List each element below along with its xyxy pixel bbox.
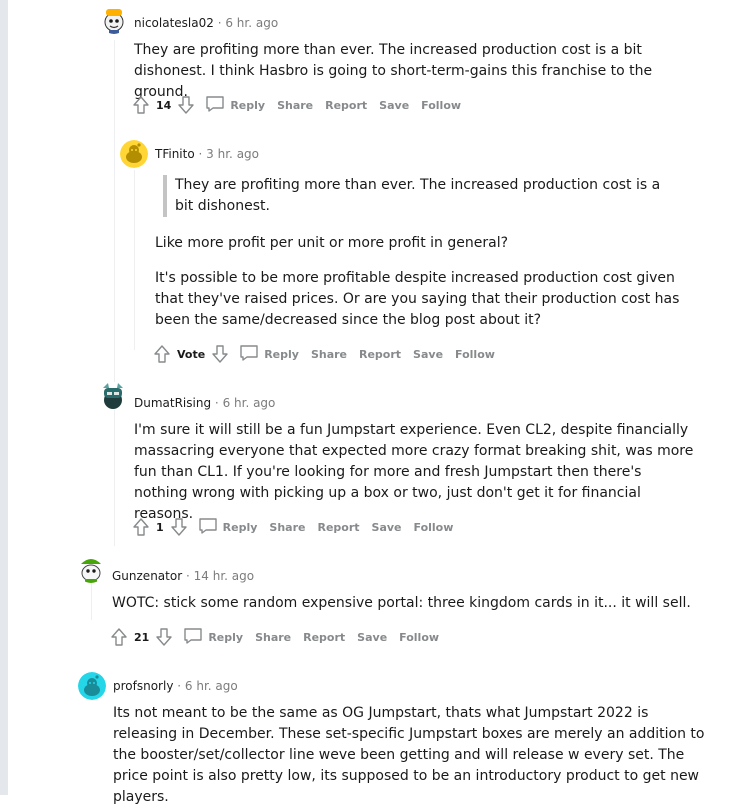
comment-body: WOTC: stick some random expensive portal…: [112, 593, 712, 614]
upvote-arrow-icon[interactable]: [108, 626, 130, 648]
downvote-arrow-icon[interactable]: [168, 516, 190, 538]
comment-body: It's possible to be more profitable desp…: [155, 268, 700, 331]
separator-dot: ·: [185, 569, 190, 583]
comment-meta: nicolatesla02 · 6 hr. ago: [134, 16, 278, 30]
page-left-edge: [0, 0, 8, 795]
vote-score: 21: [134, 630, 150, 644]
username-link[interactable]: nicolatesla02: [134, 16, 214, 30]
share-button[interactable]: Share: [269, 521, 305, 534]
thread-line[interactable]: [134, 170, 135, 350]
reply-button[interactable]: Reply: [198, 517, 258, 538]
user-avatar[interactable]: [100, 6, 128, 34]
reply-button[interactable]: Reply: [239, 344, 299, 365]
upvote-arrow-icon[interactable]: [130, 516, 152, 538]
timestamp-link[interactable]: 14 hr. ago: [194, 569, 254, 583]
comment-action-bar: 1 Reply Share Report Save Follow: [130, 515, 453, 539]
user-avatar[interactable]: [120, 140, 148, 168]
vote-score: Vote: [177, 347, 206, 361]
timestamp-link[interactable]: 6 hr. ago: [225, 16, 278, 30]
downvote-arrow-icon[interactable]: [175, 94, 197, 116]
separator-dot: ·: [177, 679, 182, 693]
save-button[interactable]: Save: [372, 521, 402, 534]
comment-paragraph: WOTC: stick some random expensive portal…: [112, 595, 691, 611]
follow-button[interactable]: Follow: [455, 348, 495, 361]
comment-meta: TFinito · 3 hr. ago: [155, 147, 259, 161]
user-avatar[interactable]: [99, 382, 127, 410]
speech-bubble-icon: [205, 95, 230, 116]
reply-button[interactable]: Reply: [183, 627, 243, 648]
follow-button[interactable]: Follow: [421, 99, 461, 112]
comment-paragraph: Like more profit per unit or more profit…: [155, 235, 509, 251]
comment-meta: Gunzenator · 14 hr. ago: [112, 569, 254, 583]
separator-dot: ·: [214, 396, 219, 410]
timestamp-link[interactable]: 6 hr. ago: [185, 679, 238, 693]
blockquote: They are profiting more than ever. The i…: [163, 175, 675, 217]
user-avatar[interactable]: [77, 555, 105, 583]
downvote-arrow-icon[interactable]: [153, 626, 175, 648]
save-button[interactable]: Save: [413, 348, 443, 361]
vote-score: 14: [156, 98, 172, 112]
follow-button[interactable]: Follow: [414, 521, 454, 534]
follow-button[interactable]: Follow: [399, 631, 439, 644]
user-avatar[interactable]: [78, 672, 106, 700]
report-button[interactable]: Report: [325, 99, 367, 112]
username-link[interactable]: profsnorly: [113, 679, 173, 693]
comment-paragraph: It's possible to be more profitable desp…: [155, 270, 680, 328]
reddit-snoo-avatar-icon: [78, 672, 106, 700]
speech-bubble-icon: [198, 517, 223, 538]
report-button[interactable]: Report: [359, 348, 401, 361]
downvote-arrow-icon[interactable]: [209, 343, 231, 365]
report-button[interactable]: Report: [317, 521, 359, 534]
vote-score: 1: [156, 520, 164, 534]
reddit-snoo-avatar-icon: [77, 555, 105, 583]
comment-body: I'm sure it will still be a fun Jumpstar…: [134, 420, 699, 525]
comment-paragraph: Its not meant to be the same as OG Jumps…: [113, 705, 705, 805]
speech-bubble-icon: [239, 344, 264, 365]
separator-dot: ·: [198, 147, 203, 161]
save-button[interactable]: Save: [357, 631, 387, 644]
username-link[interactable]: Gunzenator: [112, 569, 182, 583]
thread-line[interactable]: [114, 40, 115, 546]
comment-body: Like more profit per unit or more profit…: [155, 233, 700, 254]
timestamp-link[interactable]: 6 hr. ago: [223, 396, 276, 410]
speech-bubble-icon: [183, 627, 208, 648]
share-button[interactable]: Share: [311, 348, 347, 361]
reply-label: Reply: [222, 520, 258, 534]
comment-meta: DumatRising · 6 hr. ago: [134, 396, 275, 410]
report-button[interactable]: Report: [303, 631, 345, 644]
username-link[interactable]: DumatRising: [134, 396, 211, 410]
share-button[interactable]: Share: [277, 99, 313, 112]
reddit-snoo-avatar-icon: [120, 140, 148, 168]
reply-label: Reply: [230, 98, 266, 112]
comment-meta: profsnorly · 6 hr. ago: [113, 679, 238, 693]
comment-paragraph: I'm sure it will still be a fun Jumpstar…: [134, 422, 694, 522]
timestamp-link[interactable]: 3 hr. ago: [206, 147, 259, 161]
upvote-arrow-icon[interactable]: [151, 343, 173, 365]
reply-label: Reply: [264, 347, 299, 361]
upvote-arrow-icon[interactable]: [130, 94, 152, 116]
comment-body: Its not meant to be the same as OG Jumps…: [113, 703, 713, 808]
comment-action-bar: Vote Reply Share Report Save Follow: [151, 342, 495, 366]
share-button[interactable]: Share: [255, 631, 291, 644]
username-link[interactable]: TFinito: [155, 147, 195, 161]
separator-dot: ·: [217, 16, 222, 30]
save-button[interactable]: Save: [379, 99, 409, 112]
comment-action-bar: 21 Reply Share Report Save Follow: [108, 625, 439, 649]
reply-button[interactable]: Reply: [205, 95, 265, 116]
comment-action-bar: 14 Reply Share Report Save Follow: [130, 93, 461, 117]
reply-label: Reply: [208, 630, 244, 644]
reddit-snoo-avatar-icon: [99, 382, 127, 410]
reddit-snoo-avatar-icon: [104, 9, 124, 34]
